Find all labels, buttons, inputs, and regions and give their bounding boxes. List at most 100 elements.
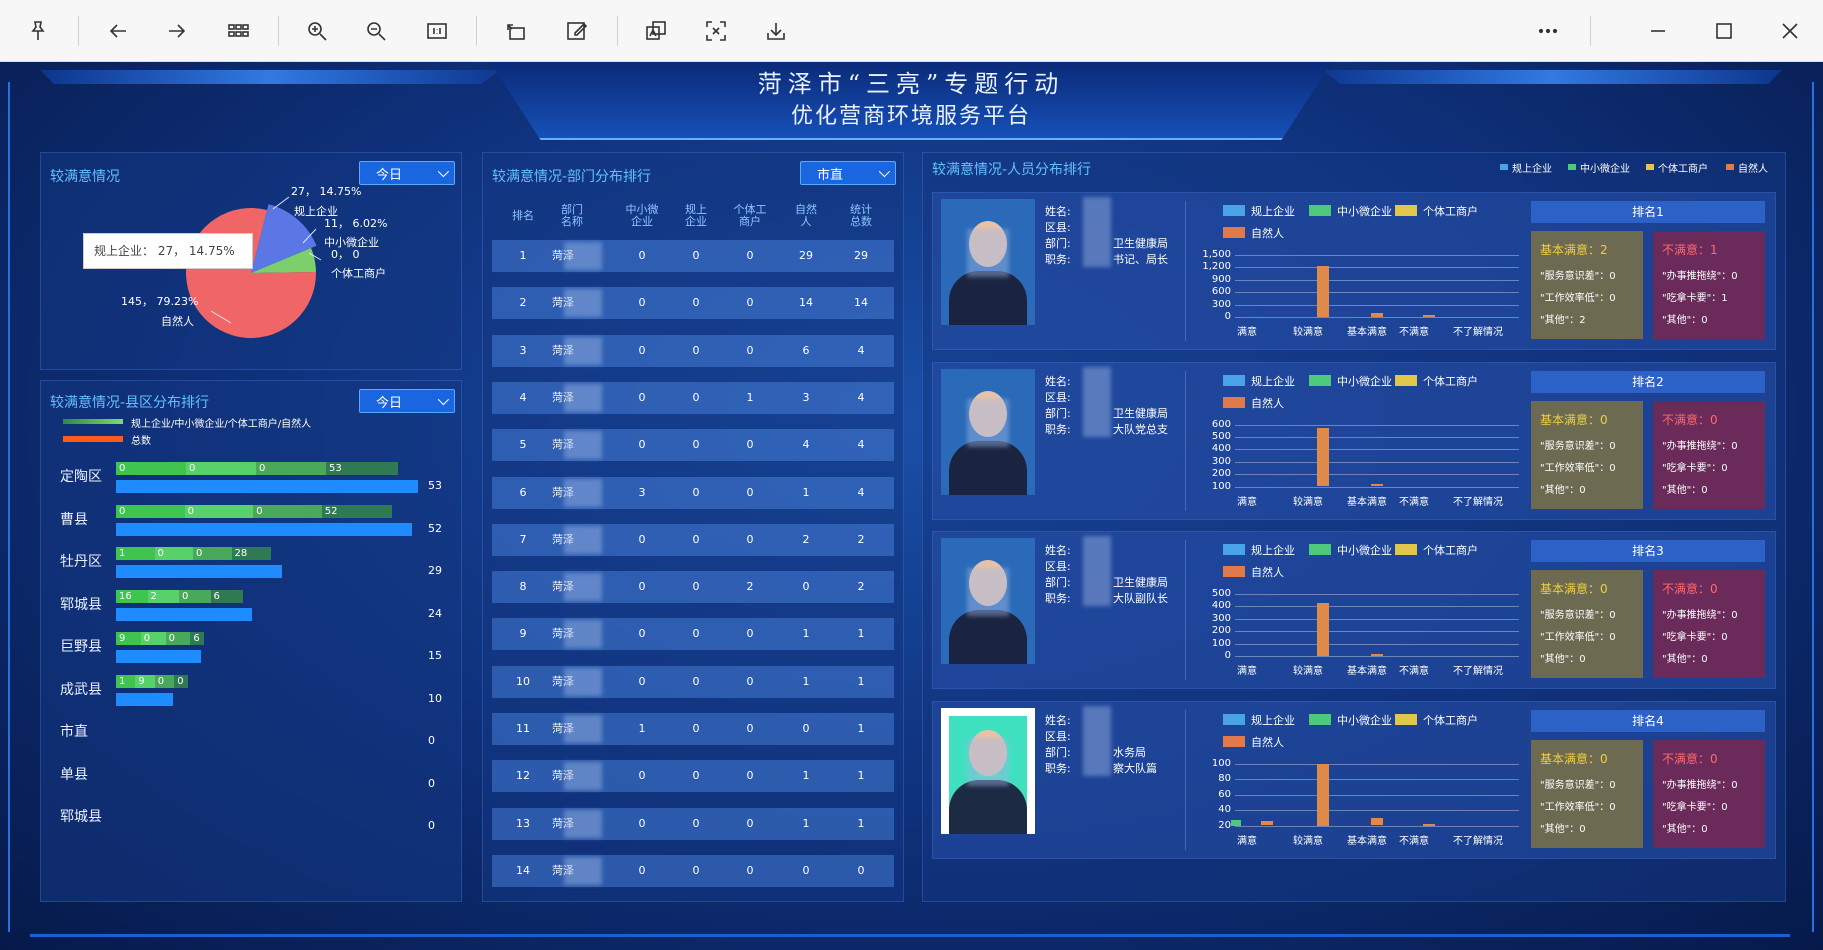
- x-tick-label: 不满意: [1399, 327, 1429, 338]
- table-row[interactable]: 7 菏泽 0 0 0 2 2: [492, 523, 894, 556]
- zoom-out-icon[interactable]: [356, 12, 396, 50]
- table-cell: 1: [802, 816, 810, 830]
- legend-swatch: [1309, 544, 1331, 555]
- table-row[interactable]: 5 菏泽 0 0 0 4 4: [492, 429, 894, 462]
- actual-size-icon[interactable]: [417, 12, 457, 50]
- x-tick-label: 较满意: [1293, 666, 1323, 677]
- zoom-in-icon[interactable]: [297, 12, 337, 50]
- back-icon[interactable]: [98, 12, 138, 50]
- person-field-label: 区县:: [1045, 390, 1071, 404]
- unsatisfied-box: 不满意：0 "办事推拖绕"：0 "吃拿卡要"：0 "其他"：0: [1653, 570, 1765, 678]
- gridline: [1235, 810, 1519, 811]
- table-row[interactable]: 13 菏泽 0 0 0 1 1: [492, 807, 894, 840]
- table-row[interactable]: 11 菏泽 1 0 0 0 1: [492, 713, 894, 745]
- y-tick-label: 100: [1211, 757, 1231, 769]
- unsatisfied-box: 不满意：1 "办事推拖绕"：0 "吃拿卡要"：1 "其他"：0: [1653, 231, 1765, 339]
- unsatisfied-title: 不满意：0: [1662, 582, 1718, 596]
- person-card[interactable]: 姓名: 区县: 部门: 职务: 水务局 察大队篇 规上企业 中小微企业 个体工商户 自然人 100 8…: [932, 700, 1776, 859]
- ocr-icon[interactable]: [696, 12, 736, 50]
- table-row[interactable]: 12 菏泽 0 0 0 1 1: [492, 760, 894, 793]
- table-cell: 0: [638, 532, 646, 546]
- table-row[interactable]: 4 菏泽 0 0 1 3 4: [492, 381, 894, 414]
- rank-header: 排名1: [1531, 201, 1765, 223]
- x-tick-label: 不了解情况: [1453, 327, 1503, 338]
- table-cell: 0: [638, 674, 646, 688]
- forward-icon[interactable]: [157, 12, 197, 50]
- maximize-icon[interactable]: [1704, 12, 1744, 50]
- page-subtitle: 优化营商环境服务平台: [790, 104, 1031, 129]
- legend-segments-label: 规上企业/中小微企业/个体工商户/自然人: [131, 419, 312, 430]
- person-card[interactable]: 姓名: 区县: 部门: 职务: 卫生健康局 大队副队长 规上企业 中小微企业 个体工商户 自然人 5…: [932, 531, 1776, 689]
- county-segment: 9: [135, 674, 155, 688]
- chart-bar: [1371, 313, 1383, 317]
- panel-title: 较满意情况-人员分布排行: [932, 162, 1092, 178]
- table-row[interactable]: 8 菏泽 0 0 2 0 2: [492, 571, 894, 604]
- person-card[interactable]: 姓名: 区县: 部门: 职务: 卫生健康局 书记、局长 规上企业 中小微企业 个体工商户 自然人 1…: [932, 192, 1776, 350]
- county-total-value: 15: [428, 649, 442, 662]
- redacted-name: [564, 336, 602, 365]
- person-field-label: 姓名:: [1045, 544, 1071, 557]
- county-segment: 0: [186, 462, 256, 475]
- rotate-icon[interactable]: [496, 12, 536, 50]
- grid-icon[interactable]: [218, 12, 258, 50]
- county-total-value: 0: [428, 776, 435, 790]
- y-tick-label: 600: [1211, 286, 1231, 298]
- card-divider: [1185, 540, 1186, 680]
- basic-satisfied-item: "其他"：0: [1540, 654, 1586, 665]
- table-cell: 0: [692, 816, 700, 830]
- county-segment: 0: [154, 547, 193, 560]
- person-photo: [941, 707, 1035, 834]
- redacted-name: [564, 525, 602, 554]
- close-icon[interactable]: [1770, 12, 1810, 50]
- table-row[interactable]: 1 菏泽 0 0 0 29 29: [492, 240, 894, 272]
- county-name: 成武县: [60, 681, 102, 698]
- table-row[interactable]: 3 菏泽 0 0 0 6 4: [492, 334, 894, 367]
- pie-label-value: 11， 6.02%: [324, 217, 388, 230]
- table-cell: 10: [516, 674, 530, 688]
- scope-dropdown[interactable]: 市直: [800, 161, 896, 185]
- table-row[interactable]: 9 菏泽 0 0 0 1 1: [492, 618, 894, 651]
- table-cell: 4: [857, 438, 865, 452]
- legend-label: 自然人: [1251, 396, 1284, 410]
- county-segment: 0: [256, 462, 326, 475]
- y-tick-label: 100: [1211, 637, 1231, 649]
- translate-icon[interactable]: [636, 12, 676, 50]
- date-dropdown[interactable]: 今日: [359, 389, 455, 413]
- minimize-icon[interactable]: [1638, 12, 1678, 50]
- table-row[interactable]: 2 菏泽 0 0 0 14 14: [492, 287, 894, 320]
- x-tick-label: 基本满意: [1347, 496, 1387, 508]
- table-row[interactable]: 14 菏泽 0 0 0 0 0: [492, 854, 894, 887]
- x-tick-label: 不满意: [1399, 496, 1429, 508]
- basic-satisfied-item: "工作效率低"：0: [1540, 632, 1616, 643]
- table-cell: 2: [519, 296, 527, 310]
- unsatisfied-item: "办事推拖绕"：0: [1662, 440, 1738, 452]
- pin-icon[interactable]: [18, 12, 58, 50]
- save-icon[interactable]: [756, 12, 796, 50]
- legend-swatch: [1223, 544, 1245, 555]
- x-tick-label: 基本满意: [1347, 327, 1387, 338]
- gridline: [1235, 794, 1519, 796]
- x-tick-label: 满意: [1237, 327, 1257, 338]
- more-icon[interactable]: [1528, 12, 1568, 50]
- edit-icon[interactable]: [557, 12, 597, 50]
- person-dept: 卫生健康局: [1113, 576, 1168, 589]
- card-divider: [1185, 709, 1186, 850]
- table-row[interactable]: 6 菏泽 3 0 0 1 4: [492, 476, 894, 509]
- county-total-bar: [116, 565, 283, 578]
- basic-satisfied-box: 基本满意：0 "服务意识差"：0 "工作效率低"：0 "其他"：0: [1531, 400, 1643, 509]
- x-tick-label: 较满意: [1293, 835, 1323, 847]
- redacted-info: [1083, 705, 1111, 776]
- x-tick-label: 较满意: [1293, 496, 1323, 508]
- person-field-label: 部门:: [1045, 576, 1071, 589]
- redacted-name: [564, 573, 602, 602]
- person-field-label: 姓名:: [1045, 205, 1071, 218]
- county-segment: 6: [190, 632, 205, 645]
- y-tick-label: 1,500: [1202, 249, 1231, 260]
- pie-tooltip: 规上企业： 27， 14.75%: [83, 233, 253, 269]
- person-field-label: 区县:: [1045, 221, 1071, 234]
- person-card[interactable]: 姓名: 区县: 部门: 职务: 卫生健康局 大队党总支 规上企业 中小微企业 个体工商户 自然人 6…: [932, 361, 1776, 520]
- x-tick-label: 较满意: [1293, 327, 1323, 338]
- table-cell: 1: [802, 769, 810, 783]
- table-row[interactable]: 10 菏泽 0 0 0 1 1: [492, 665, 894, 698]
- table-cell: 1: [857, 722, 865, 735]
